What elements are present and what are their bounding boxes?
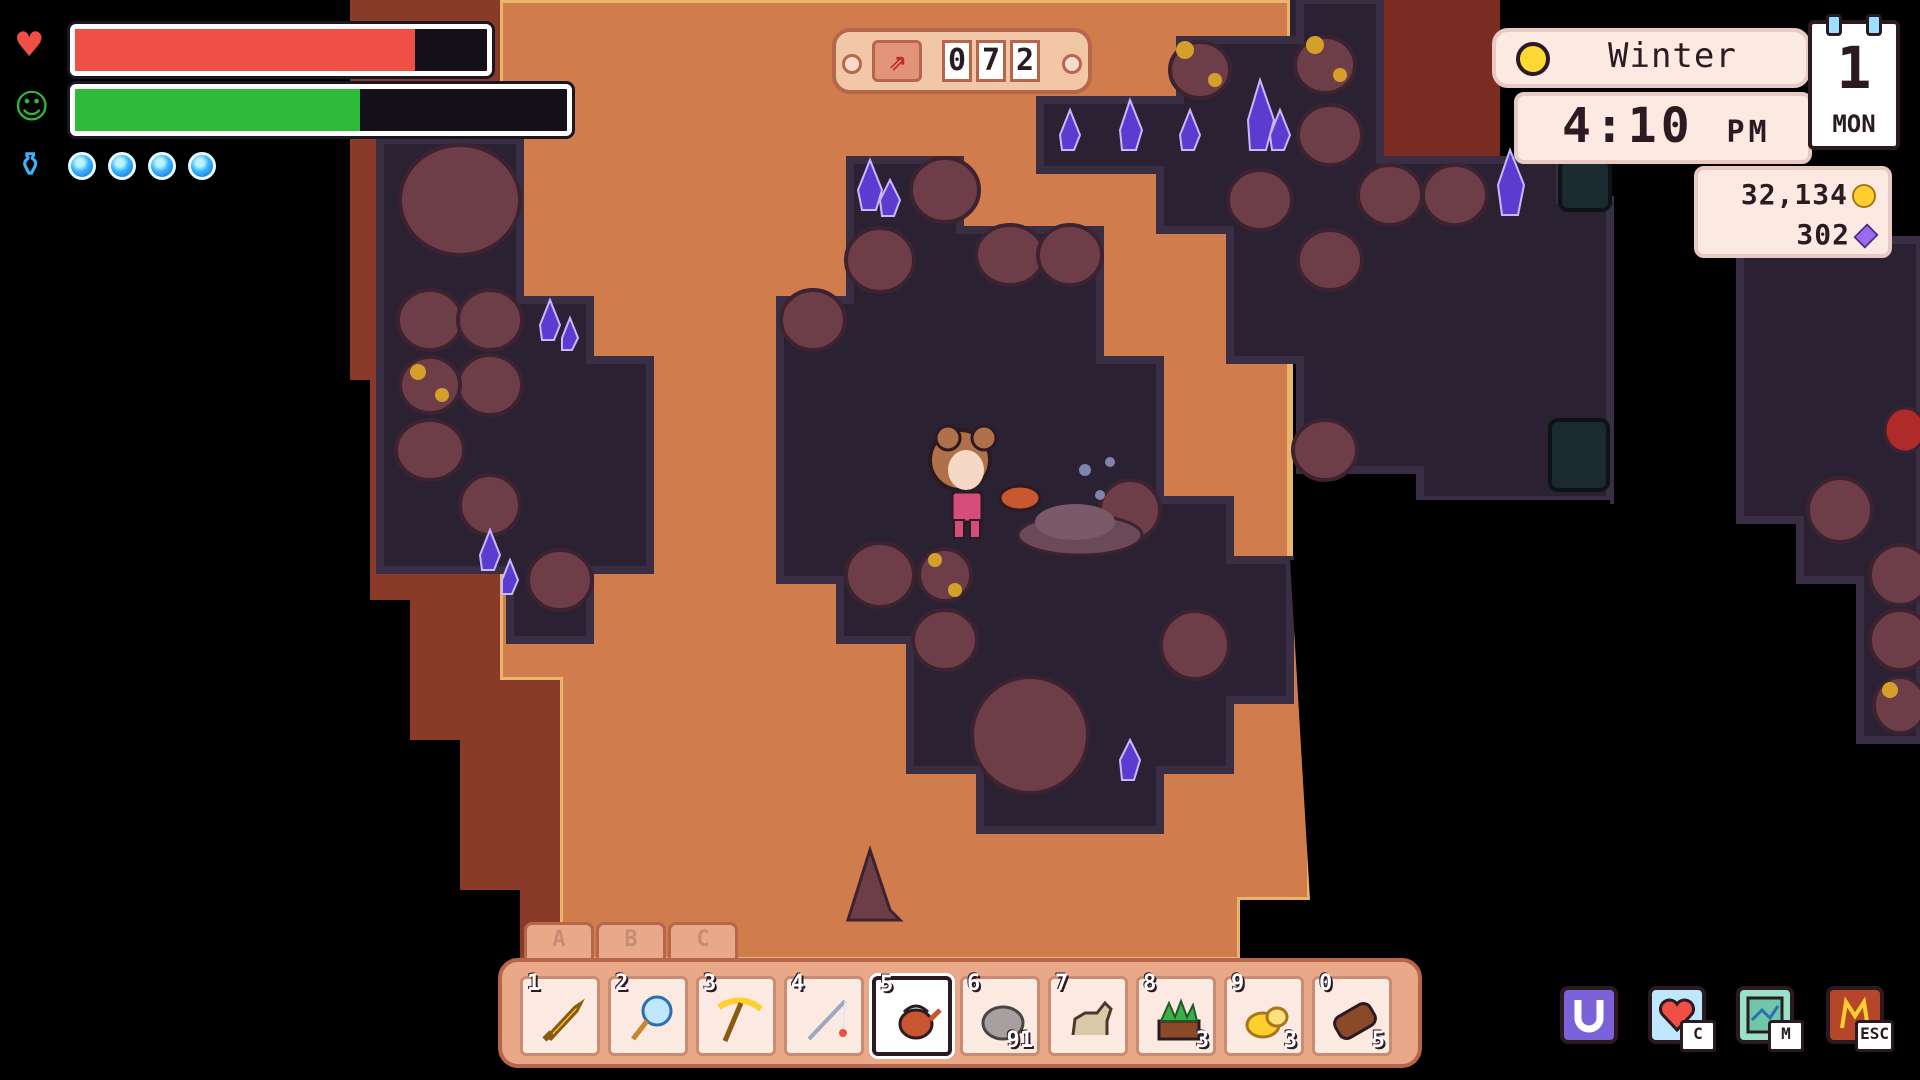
hotbar-tab-a[interactable]: A: [524, 922, 594, 958]
hotbar-slot-9[interactable]: 93: [1224, 971, 1304, 1056]
slot-number: 0: [1319, 971, 1333, 996]
hotbar-slot-3[interactable]: 3: [696, 971, 776, 1056]
gold-amount: 32,134: [1740, 178, 1848, 211]
mana-orbs: [68, 152, 248, 182]
slot-number: 7: [1055, 971, 1069, 996]
season-panel: Winter: [1492, 28, 1810, 88]
mana-orb: [148, 152, 176, 180]
heart-icon: ♥: [14, 25, 45, 65]
slot-number: 2: [615, 971, 629, 996]
health-bar: [70, 24, 492, 76]
red-cliff: [1380, 0, 1500, 160]
calendar-weekday: MON: [1832, 110, 1876, 138]
depth-digit: 7: [976, 40, 1006, 82]
hotbar-slot-4[interactable]: 4: [784, 971, 864, 1056]
hotbar-tab-c[interactable]: C: [668, 922, 738, 958]
mana-orb: [68, 152, 96, 180]
map-key: M: [1768, 1020, 1804, 1052]
mana-orb: [108, 152, 136, 180]
stamina-bar-fill: [75, 89, 361, 131]
time-display: 4:10 PM: [1562, 98, 1771, 154]
depth-digit: 2: [1010, 40, 1040, 82]
menu-escape-key: ESC: [1855, 1020, 1894, 1052]
gold-amount-row: 32,134: [1741, 178, 1876, 211]
hotbar-slot-0[interactable]: 05: [1312, 971, 1392, 1056]
map-button[interactable]: M: [1736, 986, 1804, 1052]
calendar-ring: [1866, 14, 1882, 36]
relationships-button[interactable]: C: [1648, 986, 1716, 1052]
bug-net-icon: [631, 995, 673, 1041]
time-value: 4:10: [1562, 98, 1694, 154]
slot-number: 3: [703, 971, 717, 996]
calendar-ring: [1826, 14, 1842, 36]
season-label: Winter: [1608, 36, 1737, 76]
hotbar-slot-5[interactable]: 5: [872, 972, 952, 1056]
slot-number: 5: [880, 972, 894, 997]
slot-number: 4: [791, 971, 805, 996]
slot-quantity: 5: [1371, 1028, 1385, 1053]
golden-sword-icon: [542, 998, 585, 1042]
slot-quantity: 3: [1283, 1028, 1297, 1053]
mana-orb: [188, 152, 216, 180]
essence-orb-icon: [1853, 223, 1879, 249]
gold-coin-icon: [1852, 184, 1876, 208]
hotbar-slot-1[interactable]: 1: [520, 971, 600, 1056]
health-bar-fill: [75, 29, 415, 71]
panel-rivet: [1062, 54, 1082, 74]
currency-panel: 32,134 302: [1694, 166, 1892, 258]
stamina-bar: [70, 84, 572, 136]
slot-number: 9: [1231, 971, 1245, 996]
hotbar-slot-7[interactable]: 7: [1048, 971, 1128, 1056]
horse-statue-icon: [1071, 1000, 1113, 1036]
orb-amount-row: 302: [1796, 218, 1879, 251]
pickaxe-icon: [717, 997, 763, 1042]
depth-digit: 0: [942, 40, 972, 82]
panel-rivet: [842, 54, 862, 74]
hotbar-tab-b[interactable]: B: [596, 922, 666, 958]
watering-can-icon: [898, 1004, 942, 1040]
hotbar-slot-8[interactable]: 83: [1136, 971, 1216, 1056]
hotbar: 1 2 3 4 5 6 91 7 8 3 9 3 0 5: [498, 958, 1422, 1068]
hotbar-slot-2[interactable]: 2: [608, 971, 688, 1056]
journal-menu-button[interactable]: ESC: [1826, 986, 1894, 1052]
mine-depth-counter: ⇗ 0 7 2: [832, 28, 1092, 94]
horseshoe-icon: [1574, 1000, 1604, 1033]
slot-number: 8: [1143, 971, 1157, 996]
slot-quantity: 91: [1006, 1028, 1034, 1053]
time-ampm: PM: [1726, 115, 1771, 150]
barrel: [1548, 418, 1610, 492]
mine-depth-icon: ⇗: [872, 40, 922, 82]
slot-number: 1: [527, 971, 541, 996]
time-panel: 4:10 PM: [1514, 92, 1812, 164]
calendar-icon: 1 MON: [1808, 14, 1900, 150]
hotbar-slot-6[interactable]: 6 91: [960, 971, 1040, 1056]
horseshoe-button[interactable]: [1560, 986, 1618, 1044]
mana-potion-icon: ⚱: [16, 145, 45, 185]
fishing-rod-icon: [807, 999, 847, 1041]
orb-amount: 302: [1796, 218, 1850, 251]
smiley-stamina-icon: ☺: [14, 87, 50, 127]
slot-quantity: 3: [1195, 1028, 1209, 1053]
relationships-key: C: [1680, 1020, 1716, 1052]
sun-icon: [1516, 42, 1550, 76]
calendar-day: 1: [1836, 34, 1872, 102]
slot-number: 6: [967, 971, 981, 996]
